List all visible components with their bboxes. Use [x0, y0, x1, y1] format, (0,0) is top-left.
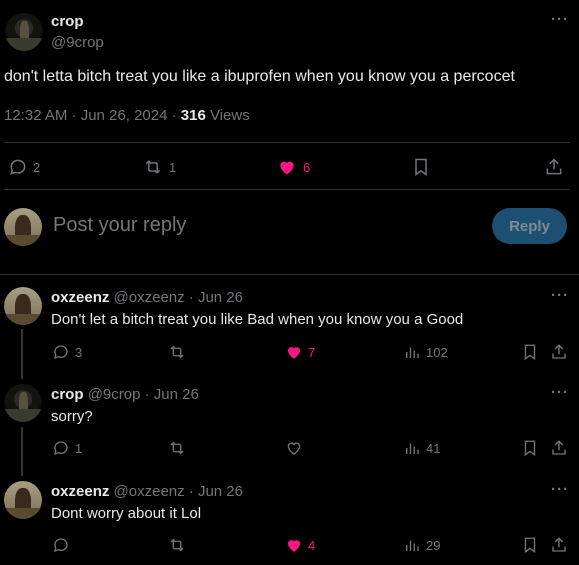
like-button[interactable]: 7 — [285, 343, 315, 361]
more-icon[interactable]: ··· — [551, 287, 569, 304]
avatar[interactable] — [4, 384, 42, 422]
repost-button[interactable] — [167, 536, 187, 554]
reply-text: Don't let a bitch treat you like Bad whe… — [51, 311, 464, 328]
views-button[interactable]: 41 — [403, 439, 440, 457]
reply-count: 2 — [33, 159, 41, 175]
heart-filled-icon — [280, 161, 294, 175]
like-count: 6 — [303, 159, 311, 175]
reply-icon — [54, 538, 68, 553]
tweet-meta: 12:32 AM · Jun 26, 2024 · 316 Views — [4, 107, 250, 124]
handle[interactable]: @oxzeenz · Jun 26 — [114, 483, 243, 500]
handle[interactable]: @9crop · Jun 26 — [88, 386, 199, 403]
reply-count: 3 — [75, 344, 83, 360]
divider — [4, 142, 570, 143]
repost-icon — [170, 345, 184, 359]
thread-line — [21, 427, 23, 476]
handle[interactable]: @9crop — [51, 34, 104, 51]
repost-icon — [170, 538, 184, 552]
display-name[interactable]: oxzeenz — [51, 289, 109, 306]
avatar[interactable] — [5, 13, 43, 51]
reply-text: sorry? — [51, 408, 93, 425]
avatar[interactable] — [4, 287, 42, 325]
views-count: 29 — [426, 537, 441, 553]
share-button[interactable] — [550, 342, 568, 362]
bookmark-icon — [415, 158, 427, 176]
share-icon — [552, 344, 566, 359]
handle[interactable]: @oxzeenz · Jun 26 — [114, 289, 243, 306]
heart-icon — [287, 442, 301, 455]
thread-line — [21, 329, 23, 379]
display-name[interactable]: crop — [51, 386, 84, 403]
repost-button[interactable]: 1 — [142, 157, 176, 177]
avatar[interactable] — [4, 481, 42, 519]
bookmark-button[interactable] — [521, 342, 539, 362]
composer-avatar[interactable] — [4, 208, 42, 246]
reply-count: 1 — [75, 440, 83, 456]
like-button[interactable]: 6 — [276, 157, 310, 177]
repost-button[interactable] — [167, 439, 187, 457]
reply-header: oxzeenz @oxzeenz · Jun 26 — [51, 289, 243, 306]
reply-icon — [10, 159, 26, 175]
like-button[interactable]: 4 — [285, 536, 315, 554]
bookmark-button[interactable] — [521, 535, 539, 555]
divider — [4, 189, 570, 190]
like-count: 7 — [308, 344, 316, 360]
bookmark-button[interactable] — [521, 438, 539, 458]
like-button[interactable] — [285, 439, 308, 457]
timestamp[interactable]: 12:32 AM · Jun 26, 2024 · — [4, 107, 181, 124]
more-icon[interactable]: ··· — [551, 384, 569, 401]
bookmark-icon — [524, 537, 536, 554]
repost-icon — [170, 441, 184, 455]
reply-text: Dont worry about it Lol — [51, 505, 202, 522]
display-name[interactable]: oxzeenz — [51, 483, 109, 500]
bookmark-button[interactable] — [411, 156, 431, 178]
display-name[interactable]: crop — [51, 13, 84, 30]
repost-icon — [145, 160, 161, 174]
reply-icon — [54, 345, 68, 360]
tweet-text: don't letta bitch treat you like a ibupr… — [4, 68, 515, 85]
share-icon — [552, 537, 566, 552]
repost-count: 1 — [169, 159, 177, 175]
repost-button[interactable] — [167, 343, 187, 361]
reply-button[interactable]: 1 — [52, 439, 82, 457]
views-button[interactable]: 102 — [403, 343, 448, 361]
more-icon[interactable]: ··· — [551, 11, 569, 28]
reply-submit-button[interactable]: Reply — [492, 208, 567, 244]
reply-header: crop @9crop · Jun 26 — [51, 386, 199, 403]
analytics-icon — [406, 347, 419, 358]
reply-header: oxzeenz @oxzeenz · Jun 26 — [51, 483, 243, 500]
reply-button[interactable]: 3 — [52, 343, 82, 361]
more-icon[interactable]: ··· — [551, 481, 569, 498]
reply-button[interactable] — [52, 536, 75, 554]
bookmark-icon — [524, 344, 536, 361]
share-button[interactable] — [544, 156, 564, 178]
reply-input[interactable]: Post your reply — [53, 214, 186, 237]
views-count: 102 — [426, 344, 448, 360]
analytics-icon — [406, 540, 419, 551]
divider — [0, 274, 579, 275]
heart-filled-icon — [288, 540, 300, 552]
reply-button[interactable]: 2 — [8, 157, 40, 177]
views-button[interactable]: 29 — [403, 536, 440, 554]
bookmark-icon — [524, 440, 536, 457]
share-button[interactable] — [550, 438, 568, 458]
share-icon — [552, 440, 566, 455]
reply-icon — [54, 441, 68, 456]
share-button[interactable] — [550, 535, 568, 555]
views-count: 316 — [180, 107, 206, 124]
views-label: Views — [205, 107, 250, 124]
share-icon — [546, 158, 562, 175]
analytics-icon — [406, 443, 419, 454]
views-count: 41 — [426, 440, 441, 456]
heart-filled-icon — [288, 347, 300, 359]
like-count: 4 — [308, 537, 316, 553]
